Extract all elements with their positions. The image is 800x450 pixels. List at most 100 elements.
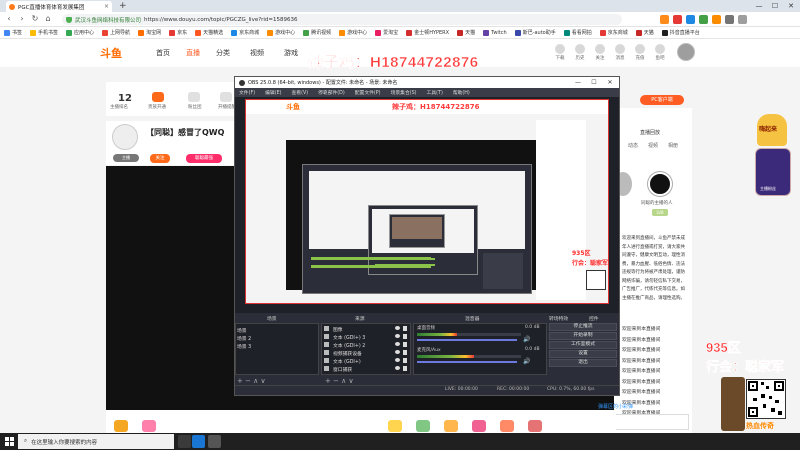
scene-item[interactable]: 场景	[237, 327, 247, 334]
speaker-icon[interactable]: 🔊	[523, 336, 530, 343]
start-recording-button[interactable]: 开始录制	[549, 332, 617, 340]
bookmark-item[interactable]: 京东	[169, 29, 187, 36]
url-input[interactable]: 武汉斗鱼网络科技有限公司 https://www.douyu.com/topic…	[62, 14, 622, 25]
extension-icon[interactable]	[699, 15, 708, 24]
source-item[interactable]: 窗口捕获	[333, 366, 352, 373]
bookmark-item[interactable]: Twitch	[483, 29, 507, 36]
lock-icon[interactable]	[403, 326, 407, 331]
visibility-eye-icon[interactable]	[395, 334, 400, 338]
scenes-toolbar[interactable]: + − ∧ ∨	[237, 377, 266, 385]
obs-menu-scene-collection[interactable]: 场景集合(S)	[391, 89, 417, 96]
gift-icon[interactable]	[388, 420, 402, 432]
scene-item[interactable]: 场景 2	[237, 335, 251, 342]
tab-dynamic[interactable]: 动态	[628, 142, 638, 149]
nav-category[interactable]: 分类	[216, 48, 230, 58]
studio-mode-button[interactable]: 工作室模式	[549, 341, 617, 349]
nav-video[interactable]: 视频	[250, 48, 264, 58]
obs-maximize-button[interactable]: ☐	[587, 77, 601, 88]
lock-icon[interactable]	[403, 342, 407, 347]
visibility-eye-icon[interactable]	[395, 342, 400, 346]
obs-preview-canvas[interactable]: 斗鱼 辣子鸡：H18744722876 935区 行会：聪家军	[245, 99, 609, 304]
user-avatar[interactable]	[677, 43, 695, 61]
source-item[interactable]: 视频捕获设备	[333, 350, 362, 357]
taskbar-search[interactable]: ⌕ 在这里输入你要搜索的内容	[18, 434, 174, 449]
obs-menu-view[interactable]: 查看(V)	[291, 89, 308, 96]
settings-button[interactable]: 设置	[549, 350, 617, 358]
sources-toolbar[interactable]: + − ∧ ∨	[325, 377, 354, 385]
extension-icon[interactable]	[712, 15, 721, 24]
follow-icon[interactable]	[595, 44, 605, 54]
bookmark-item[interactable]: 看看网拍	[563, 29, 592, 36]
tab-close-icon[interactable]: ×	[104, 3, 109, 10]
bookmark-item[interactable]: 天猫	[635, 29, 654, 36]
gift-icon[interactable]	[500, 420, 514, 432]
mixer-volume-slider[interactable]	[417, 339, 517, 341]
visibility-eye-icon[interactable]	[395, 326, 400, 330]
bookmark-item[interactable]: 天猫	[457, 29, 475, 36]
lock-icon[interactable]	[403, 334, 407, 339]
obs-menu-docks[interactable]: 停靠部件(D)	[318, 89, 345, 96]
gift-icon[interactable]	[444, 420, 458, 432]
streamer-avatar[interactable]	[112, 124, 138, 150]
lock-icon[interactable]	[403, 358, 407, 363]
menu-icon[interactable]	[738, 15, 747, 24]
obs-close-button[interactable]: ✕	[603, 77, 617, 88]
window-close-button[interactable]: ✕	[784, 1, 798, 11]
bookmark-item[interactable]: 手机书签	[30, 29, 58, 36]
bookmark-item[interactable]: 天猫精选	[195, 29, 223, 36]
browser-tab-active[interactable]: PGC直播体育体育发展集团 ×	[6, 1, 112, 12]
nav-home[interactable]: 首页	[156, 48, 170, 58]
speaker-icon[interactable]: 🔊	[523, 358, 530, 365]
fan-badge[interactable]: 聪聪最强	[186, 154, 222, 163]
source-item[interactable]: 文本 (GDI+) 2	[333, 342, 365, 349]
bookmark-item[interactable]: 抖音直播平台	[661, 29, 700, 36]
reload-button[interactable]: ↻	[30, 14, 40, 24]
gift-icon[interactable]	[114, 420, 128, 432]
obs-menu-edit[interactable]: 编辑(E)	[265, 89, 281, 96]
panel-avatar[interactable]	[648, 172, 672, 196]
bookmark-item[interactable]: 斯巴-auto助手	[514, 29, 556, 36]
source-item[interactable]: 文本 (GDI+)	[333, 358, 361, 365]
message-icon[interactable]	[615, 44, 625, 54]
extension-icon[interactable]	[686, 15, 695, 24]
gift-icon[interactable]	[472, 420, 486, 432]
exit-button[interactable]: 退出	[549, 359, 617, 367]
tab-video[interactable]: 视频	[648, 142, 658, 149]
obs-menu-tools[interactable]: 工具(T)	[427, 89, 443, 96]
forward-button[interactable]: ›	[17, 14, 27, 24]
remind-icon[interactable]	[220, 92, 232, 102]
bookmark-item[interactable]: 腾讯视频	[303, 29, 331, 36]
fanclub-icon[interactable]	[188, 92, 200, 102]
obs-minimize-button[interactable]: —	[571, 77, 585, 88]
bookmark-item[interactable]: 淘宝网	[138, 29, 161, 36]
fishbar-icon[interactable]	[655, 44, 665, 54]
visibility-eye-icon[interactable]	[395, 366, 400, 370]
visibility-eye-icon[interactable]	[395, 350, 400, 354]
source-item[interactable]: 文本 (GDI+) 3	[333, 334, 365, 341]
window-minimize-button[interactable]: —	[752, 1, 766, 11]
bookmark-item[interactable]: 金士顿HYPERX	[406, 29, 449, 36]
obs-menu-file[interactable]: 文件(F)	[239, 89, 255, 96]
replay-title[interactable]: 直播回放	[640, 129, 660, 136]
download-icon[interactable]	[555, 44, 565, 54]
task-view-icon[interactable]	[178, 435, 191, 448]
douyu-logo[interactable]: 斗鱼	[100, 45, 122, 61]
extension-icon[interactable]	[673, 15, 682, 24]
tab-album[interactable]: 相册	[668, 142, 678, 149]
nav-game[interactable]: 游戏	[284, 48, 298, 58]
lock-icon[interactable]	[403, 350, 407, 355]
gift-icon[interactable]	[528, 420, 542, 432]
noble-icon[interactable]	[152, 92, 164, 102]
bookmark-item[interactable]: 游戏中心	[339, 29, 367, 36]
obs-menu-profile[interactable]: 配置文件(P)	[355, 89, 381, 96]
obs-menu-help[interactable]: 帮助(H)	[453, 89, 470, 96]
back-button[interactable]: ‹	[4, 14, 14, 24]
obs-taskbar-icon[interactable]	[208, 435, 221, 448]
pc-client-button[interactable]: PC客户端	[640, 95, 684, 105]
bookmark-item[interactable]: 京东商城	[599, 29, 628, 36]
browser-taskbar-icon[interactable]	[192, 435, 205, 448]
gift-icon[interactable]	[142, 420, 156, 432]
mixer-volume-slider[interactable]	[417, 361, 517, 363]
bookmark-item[interactable]: 应用中心	[66, 29, 94, 36]
visibility-eye-icon[interactable]	[395, 358, 400, 362]
